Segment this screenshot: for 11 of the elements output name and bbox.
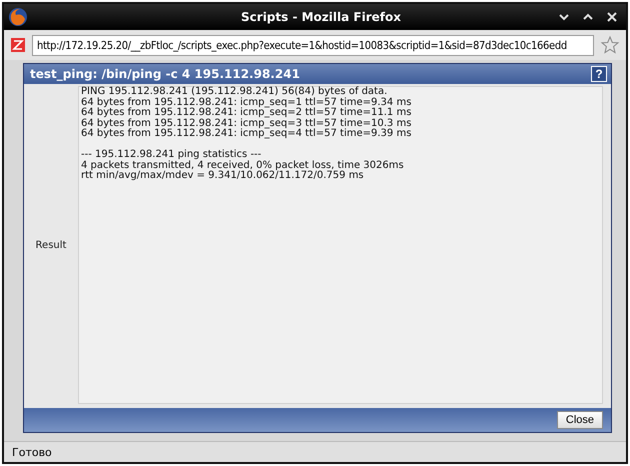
result-output: PING 195.112.98.241 (195.112.98.241) 56(84) bytes of data. 64 bytes from 195.112.98.241: icmp_seq=1 ttl=57 time=9.34 ms 64 bytes from 195.112.98.241: icmp_seq=2 ttl=57 time=11.1 ms 64 bytes from 195.112.98.241: icmp_seq=3 ttl=57 time=10.3 ms 64 bytes from 195.112.98.241: icmp_seq=4 ttl=57 time=9.39 ms --- 195.112.98.241 ping statistics --- 4 packets transmitted, 4 received, 0% packet loss, time 3026ms rtt min/avg/max/mdev = 9.341/10.062/11.172/0.759 ms bbox=[78, 86, 603, 404]
panel-title: test_ping: /bin/ping -c 4 195.112.98.241 bbox=[30, 67, 300, 81]
address-field[interactable]: http://172.19.25.20/__zbFtloc_/scripts_exec.php?execute=1&hostid=10083&scriptid=1&sid=87d3dec10c166edd bbox=[32, 34, 594, 56]
help-button[interactable]: ? bbox=[591, 66, 607, 82]
result-label: Result bbox=[34, 238, 68, 252]
browser-logo-icon bbox=[8, 7, 28, 27]
site-icon bbox=[10, 37, 26, 53]
star-icon[interactable] bbox=[600, 35, 620, 55]
window-title: Scripts - Mozilla Firefox bbox=[240, 10, 402, 24]
status-text: Готово bbox=[12, 446, 52, 458]
close-button[interactable]: Close bbox=[556, 411, 603, 429]
